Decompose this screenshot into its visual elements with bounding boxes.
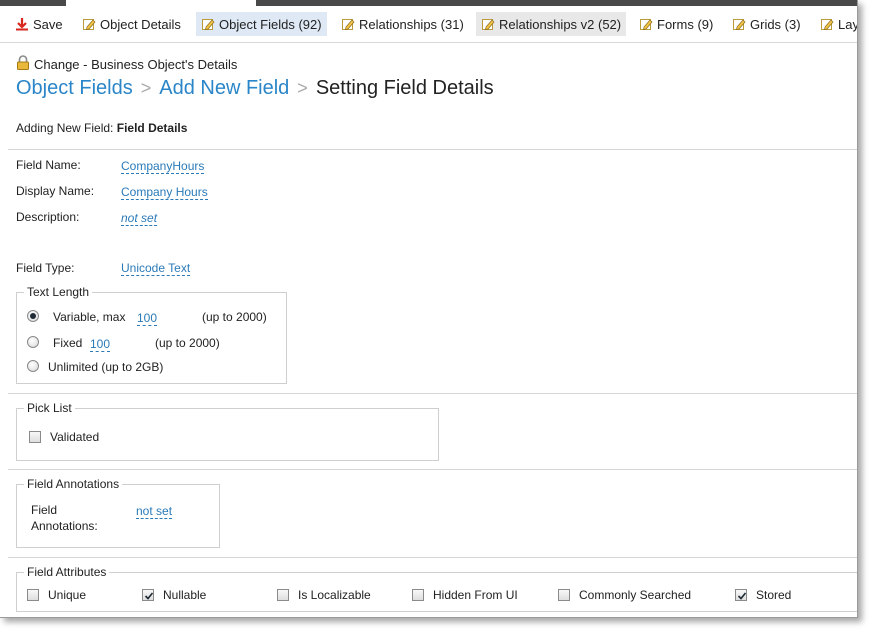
context-title: Change - Business Object's Details — [34, 56, 238, 72]
field-type-value[interactable]: Unicode Text — [121, 261, 191, 276]
field-type-label: Field Type: — [16, 261, 75, 275]
edit-pencil-icon — [639, 17, 653, 31]
field-name-value[interactable]: CompanyHours — [121, 159, 205, 174]
tab-label: Object Fields (92) — [219, 16, 322, 32]
window: Save Object Details Object Fields (92) R… — [0, 0, 858, 618]
checkmark-icon — [737, 592, 747, 600]
validated-label: Validated — [50, 430, 100, 444]
attributes-legend: Field Attributes — [24, 565, 110, 579]
nullable-label: Nullable — [163, 588, 207, 602]
validated-checkbox[interactable] — [29, 431, 41, 443]
unique-label: Unique — [48, 588, 87, 602]
display-name-value[interactable]: Company Hours — [121, 185, 208, 200]
save-button[interactable]: Save — [10, 12, 68, 36]
variable-length-radio[interactable] — [27, 310, 39, 322]
tab-grids[interactable]: Grids (3) — [727, 12, 806, 36]
tab-layouts[interactable]: Lay — [815, 12, 858, 36]
tab-label: Grids (3) — [750, 16, 801, 32]
variable-length-label: Variable, max — [53, 310, 126, 324]
divider — [8, 557, 857, 558]
edit-pencil-icon — [481, 17, 495, 31]
page-title: Setting Field Details — [315, 77, 494, 99]
tab-relationships[interactable]: Relationships (31) — [336, 12, 469, 36]
tab-label: Relationships v2 (52) — [499, 16, 622, 32]
variable-max-value[interactable]: 100 — [137, 311, 158, 326]
edit-pencil-icon — [82, 17, 96, 31]
breadcrumb: Object Fields > Add New Field > Setting … — [16, 77, 494, 100]
save-label: Save — [33, 16, 63, 32]
section-subtitle: Adding New Field: Field Details — [16, 121, 187, 135]
hidden-from-ui-label: Hidden From UI — [433, 588, 518, 602]
hidden-from-ui-checkbox[interactable] — [412, 589, 424, 601]
edit-pencil-icon — [341, 17, 355, 31]
tab-relationships-v2[interactable]: Relationships v2 (52) — [476, 12, 627, 36]
unlimited-label: Unlimited (up to 2GB) — [48, 360, 164, 374]
commonly-searched-label: Commonly Searched — [579, 588, 692, 602]
tab-label: Relationships (31) — [359, 16, 464, 32]
fixed-length-label: Fixed — [53, 336, 83, 350]
divider — [8, 469, 857, 470]
edit-pencil-icon — [201, 17, 215, 31]
unlimited-length-radio[interactable] — [27, 360, 39, 372]
commonly-searched-checkbox[interactable] — [558, 589, 570, 601]
breadcrumb-separator: > — [297, 78, 308, 98]
nullable-checkbox[interactable] — [142, 589, 154, 601]
stored-label: Stored — [756, 588, 792, 602]
unique-checkbox[interactable] — [27, 589, 39, 601]
text-length-legend: Text Length — [24, 285, 93, 299]
context-header: Change - Business Object's Details — [16, 55, 237, 73]
toolbar: Save Object Details Object Fields (92) R… — [0, 6, 858, 43]
description-value[interactable]: not set — [121, 211, 158, 226]
is-localizable-checkbox[interactable] — [277, 589, 289, 601]
tab-forms[interactable]: Forms (9) — [634, 12, 718, 36]
stored-checkbox[interactable] — [735, 589, 747, 601]
subtitle-strong: Field Details — [116, 121, 188, 135]
subtitle-prefix: Adding New Field: — [16, 121, 114, 135]
fixed-length-radio[interactable] — [27, 336, 39, 348]
breadcrumb-object-fields[interactable]: Object Fields — [16, 77, 133, 100]
divider — [8, 149, 857, 150]
tab-object-details[interactable]: Object Details — [77, 12, 186, 36]
annotations-label-line1: Field — [31, 503, 58, 517]
edit-pencil-icon — [732, 17, 746, 31]
fixed-length-value[interactable]: 100 — [90, 337, 111, 352]
tab-object-fields[interactable]: Object Fields (92) — [196, 12, 327, 36]
tab-label: Lay — [838, 16, 858, 32]
edit-pencil-icon — [820, 17, 834, 31]
breadcrumb-add-new-field[interactable]: Add New Field — [159, 77, 289, 100]
annotations-legend: Field Annotations — [24, 477, 123, 491]
display-name-label: Display Name: — [16, 184, 95, 198]
annotations-value[interactable]: not set — [136, 504, 173, 519]
tab-label: Object Details — [100, 16, 181, 32]
field-name-label: Field Name: — [16, 158, 81, 172]
save-download-icon — [15, 17, 29, 31]
pick-list-legend: Pick List — [24, 401, 75, 415]
divider — [8, 393, 857, 394]
lock-icon — [16, 55, 30, 73]
description-label: Description: — [16, 210, 80, 224]
fixed-hint: (up to 2000) — [155, 336, 220, 350]
checkmark-icon — [144, 592, 154, 600]
annotations-label-line2: Annotations: — [31, 519, 98, 533]
breadcrumb-separator: > — [140, 78, 152, 98]
variable-hint: (up to 2000) — [202, 310, 267, 324]
tab-label: Forms (9) — [657, 16, 714, 32]
is-localizable-label: Is Localizable — [298, 588, 371, 602]
